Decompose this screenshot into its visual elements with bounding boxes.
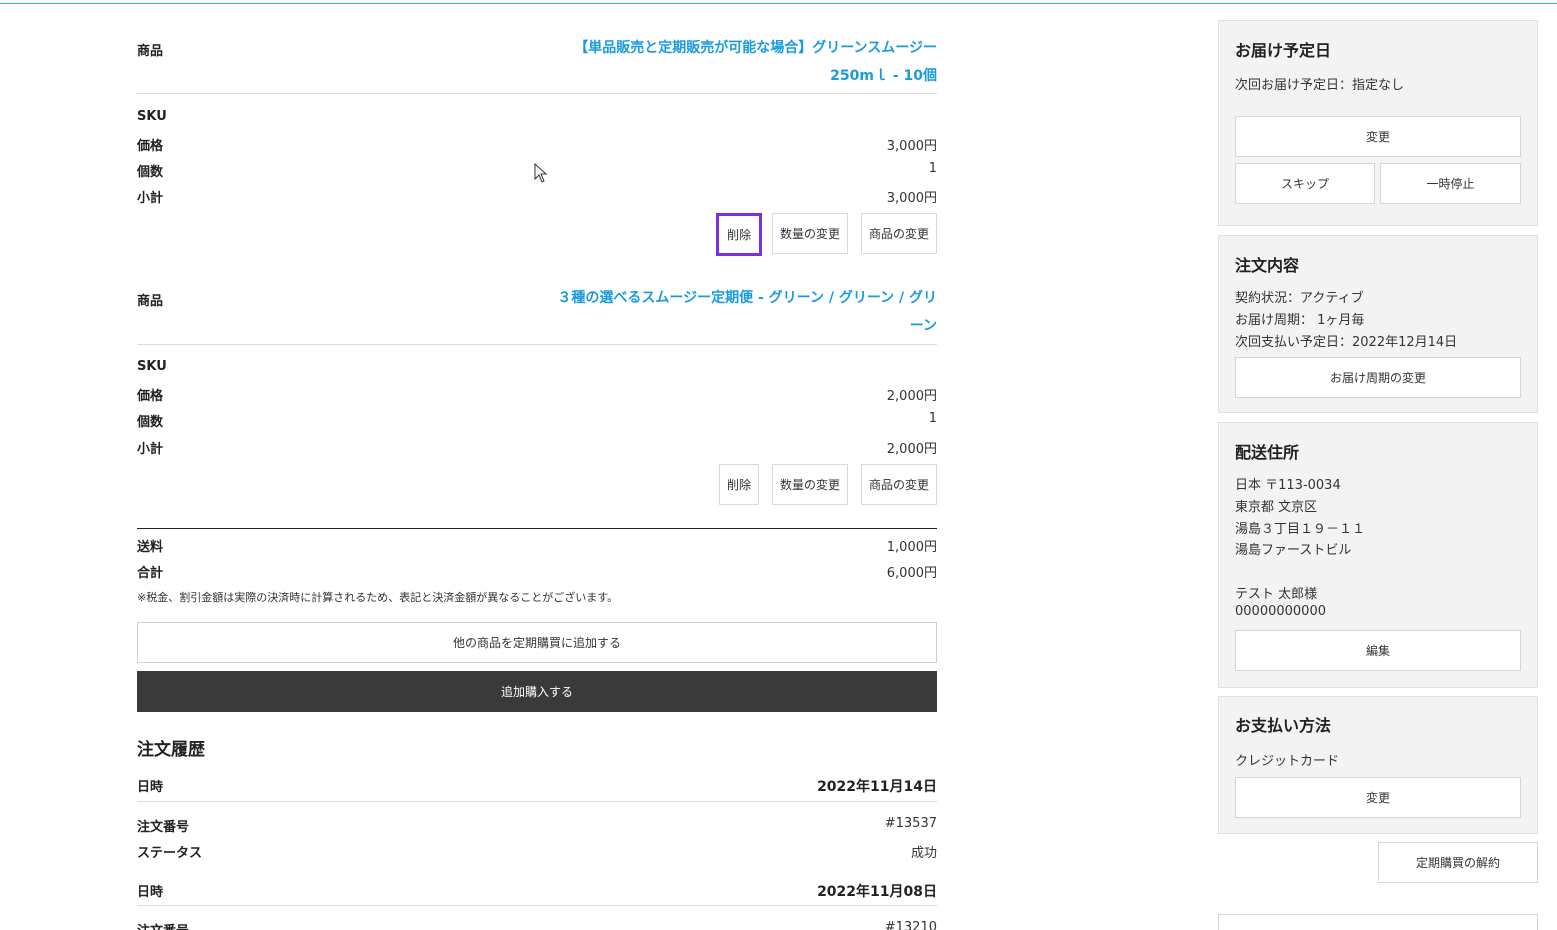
total-row: 合計 6,000円	[137, 562, 937, 581]
address-line: 日本 〒113-0034	[1235, 478, 1341, 493]
tax-note: ※税金、割引金額は実際の決済時に計算されるため、表記と決済金額が異なることがござ…	[137, 591, 619, 604]
delivery-cycle-text: お届け周期： 1ヶ月毎	[1235, 313, 1365, 328]
qty-value: 1	[928, 411, 937, 426]
address-title: 配送住所	[1235, 443, 1300, 462]
change-cycle-button[interactable]: お届け周期の変更	[1235, 357, 1521, 398]
next-payment-text: 次回支払い予定日：2022年12月14日	[1235, 335, 1458, 350]
divider	[137, 905, 937, 906]
shipping-label: 送料	[137, 540, 164, 555]
qty-label: 個数	[137, 165, 164, 180]
qty-label: 個数	[137, 415, 164, 430]
date-value: 2022年11月14日	[817, 779, 937, 795]
next-delivery-text: 次回お届け予定日：指定なし	[1235, 78, 1405, 93]
history-order-no-row: 注文番号 #13537	[137, 816, 937, 836]
product-2-subtotal-row: 小計 2,000円	[137, 438, 937, 457]
price-value: 2,000円	[886, 389, 937, 404]
add-purchase-button[interactable]: 追加購入する	[137, 671, 937, 712]
product-title-line: ーン	[909, 318, 937, 334]
product-label: 商品	[137, 294, 164, 309]
payment-method-text: クレジットカード	[1235, 754, 1340, 769]
change-delivery-button[interactable]: 変更	[1235, 116, 1521, 157]
change-product-button[interactable]: 商品の変更	[861, 464, 937, 505]
history-date-row: 日時 2022年11月08日	[137, 881, 937, 901]
total-label: 合計	[137, 566, 164, 581]
delivery-title: お届け予定日	[1235, 41, 1332, 60]
order-no-value[interactable]: #13537	[885, 816, 937, 831]
skip-button[interactable]: スキップ	[1235, 163, 1375, 204]
product-title-line: 250mｌ - 10個	[830, 68, 937, 84]
change-payment-button[interactable]: 変更	[1235, 777, 1521, 818]
change-quantity-button[interactable]: 数量の変更	[772, 213, 848, 254]
divider	[137, 344, 937, 345]
cancel-subscription-button[interactable]: 定期購買の解約	[1378, 842, 1538, 883]
date-value: 2022年11月08日	[817, 884, 937, 900]
product-2-price-row: 価格 2,000円	[137, 385, 937, 404]
order-content-title: 注文内容	[1235, 256, 1300, 275]
address-line: 東京都 文京区	[1235, 500, 1318, 515]
product-1-sku-row: SKU	[137, 109, 937, 127]
mouse-cursor-icon	[534, 163, 548, 183]
qty-value: 1	[928, 161, 937, 176]
product-1-subtotal-row: 小計 3,000円	[137, 187, 937, 206]
edit-address-button[interactable]: 編集	[1235, 630, 1521, 671]
product-2-sku-row: SKU	[137, 359, 937, 377]
shipping-value: 1,000円	[886, 540, 937, 555]
sku-label: SKU	[137, 359, 167, 374]
recipient-name: テスト 太郎様	[1235, 587, 1318, 602]
contract-status-text: 契約状況：アクティブ	[1235, 291, 1364, 306]
history-status-row: ステータス 成功	[137, 842, 937, 862]
address-line: 湯島ファーストビル	[1235, 543, 1352, 558]
product-title-line: ３種の選べるスムージー定期便 - グリーン / グリーン / グリ	[557, 290, 937, 306]
subtotal-label: 小計	[137, 442, 164, 457]
top-border	[0, 3, 1557, 4]
history-order-no-row: 注文番号 #13210	[137, 920, 937, 930]
product-2-qty-row: 個数 1	[137, 411, 937, 430]
divider	[137, 93, 937, 94]
change-product-button[interactable]: 商品の変更	[861, 213, 937, 254]
divider	[137, 801, 937, 802]
price-label: 価格	[137, 389, 164, 404]
partial-panel	[1218, 914, 1538, 930]
delete-button[interactable]: 削除	[719, 464, 759, 505]
delete-button[interactable]: 削除	[716, 213, 762, 256]
order-content-panel: 注文内容 契約状況：アクティブ お届け周期： 1ヶ月毎 次回支払い予定日：202…	[1218, 235, 1538, 413]
status-value: 成功	[910, 846, 937, 861]
subtotal-value: 3,000円	[886, 191, 937, 206]
product-1-title-link[interactable]: 【単品販売と定期販売が可能な場合】グリーンスムージー 250mｌ - 10個	[517, 34, 937, 90]
subtotal-label: 小計	[137, 191, 164, 206]
sku-label: SKU	[137, 109, 167, 124]
product-title-line: 【単品販売と定期販売が可能な場合】グリーンスムージー	[574, 40, 937, 56]
shipping-address-panel: 配送住所 日本 〒113-0034 東京都 文京区 湯島３丁目１９－１１ 湯島フ…	[1218, 422, 1538, 688]
order-no-value[interactable]: #13210	[885, 920, 937, 930]
address-line: 湯島３丁目１９－１１	[1235, 522, 1366, 537]
pause-button[interactable]: 一時停止	[1380, 163, 1521, 204]
status-label: ステータス	[137, 846, 203, 861]
payment-title: お支払い方法	[1235, 716, 1332, 735]
delivery-schedule-panel: お届け予定日 次回お届け予定日：指定なし 変更 スキップ 一時停止	[1218, 20, 1538, 226]
price-label: 価格	[137, 139, 164, 154]
add-other-product-button[interactable]: 他の商品を定期購買に追加する	[137, 622, 937, 663]
order-no-label: 注文番号	[137, 920, 189, 930]
summary-divider	[137, 528, 937, 529]
total-value: 6,000円	[886, 566, 937, 581]
price-value: 3,000円	[886, 139, 937, 154]
product-1-price-row: 価格 3,000円	[137, 135, 937, 154]
product-2-title-link[interactable]: ３種の選べるスムージー定期便 - グリーン / グリーン / グリ ーン	[517, 284, 937, 340]
change-quantity-button[interactable]: 数量の変更	[772, 464, 848, 505]
order-history-title: 注文履歴	[137, 740, 205, 760]
payment-method-panel: お支払い方法 クレジットカード 変更	[1218, 696, 1538, 834]
history-date-row: 日時 2022年11月14日	[137, 776, 937, 796]
subtotal-value: 2,000円	[886, 442, 937, 457]
order-no-label: 注文番号	[137, 820, 190, 835]
recipient-phone: 00000000000	[1235, 604, 1326, 619]
shipping-row: 送料 1,000円	[137, 536, 937, 555]
product-label: 商品	[137, 44, 164, 59]
date-label: 日時	[137, 885, 164, 900]
date-label: 日時	[137, 780, 164, 795]
